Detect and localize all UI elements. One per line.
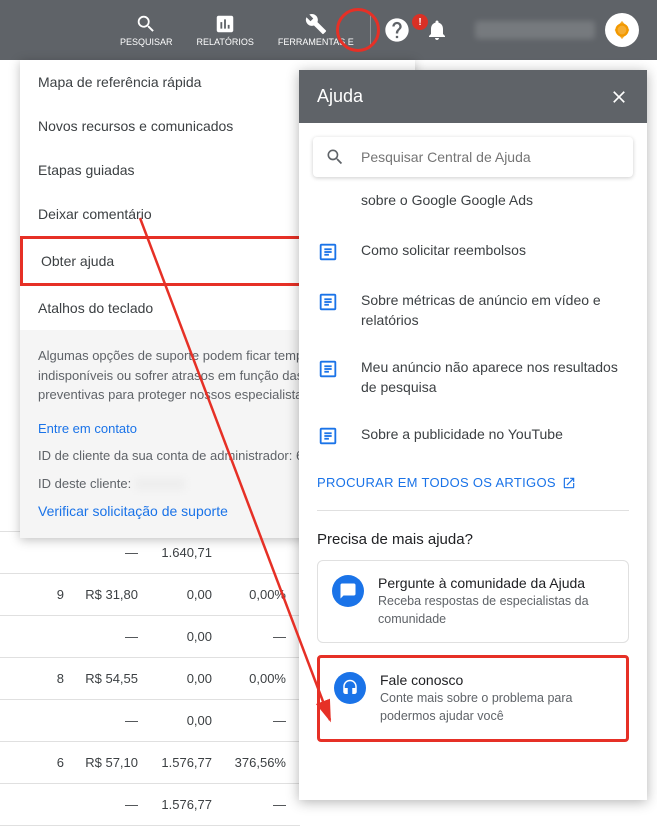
table-row[interactable]: —1.576,77— — [0, 784, 300, 826]
account-name-redacted — [475, 21, 595, 39]
article-item[interactable]: Como solicitar reembolsos — [317, 227, 629, 277]
help-title: Ajuda — [317, 86, 363, 107]
table-row[interactable]: 9R$ 31,800,000,00% — [0, 574, 300, 616]
article-item[interactable]: Meu anúncio não aparece nos resultados d… — [317, 344, 629, 411]
help-panel: Ajuda sobre o Google Google Ads Como sol… — [299, 70, 647, 800]
close-icon[interactable] — [609, 87, 629, 107]
nav-search-label: PESQUISAR — [120, 37, 173, 47]
headset-icon — [334, 672, 366, 704]
article-item[interactable]: sobre o Google Google Ads — [317, 191, 629, 227]
community-icon — [332, 575, 364, 607]
contact-us-card[interactable]: Fale conosco Conte mais sobre o problema… — [317, 655, 629, 742]
article-item[interactable]: Sobre métricas de anúncio em vídeo e rel… — [317, 277, 629, 344]
community-card[interactable]: Pergunte à comunidade da Ajuda Receba re… — [317, 560, 629, 643]
external-link-icon — [562, 476, 576, 490]
nav-search[interactable]: PESQUISAR — [108, 13, 185, 47]
help-icon[interactable] — [383, 16, 411, 44]
table-row[interactable]: 8R$ 54,550,000,00% — [0, 658, 300, 700]
notifications-icon[interactable] — [425, 18, 449, 42]
nav-reports-label: RELATÓRIOS — [197, 37, 254, 47]
browse-all-link[interactable]: PROCURAR EM TODOS OS ARTIGOS — [317, 461, 629, 511]
search-icon — [325, 147, 345, 167]
nav-tools[interactable]: FERRAMENTAS E — [266, 13, 366, 47]
help-search-box[interactable] — [313, 137, 633, 177]
table-row[interactable]: —0,00— — [0, 616, 300, 658]
table-row[interactable]: —1.640,71 — [0, 532, 300, 574]
table-row[interactable]: 6R$ 57,101.576,77376,56% — [0, 742, 300, 784]
article-item[interactable]: Sobre a publicidade no YouTube — [317, 411, 629, 461]
alert-badge: ! — [412, 14, 428, 30]
data-table: —0,00 —1.640,71 9R$ 31,800,000,00% —0,00… — [0, 490, 300, 826]
nav-reports[interactable]: RELATÓRIOS — [185, 13, 266, 47]
nav-tools-label: FERRAMENTAS E — [278, 37, 354, 47]
help-search-input[interactable] — [361, 149, 621, 165]
avatar[interactable] — [605, 13, 639, 47]
table-row[interactable]: —0,00— — [0, 700, 300, 742]
more-help-heading: Precisa de mais ajuda? — [317, 511, 629, 560]
